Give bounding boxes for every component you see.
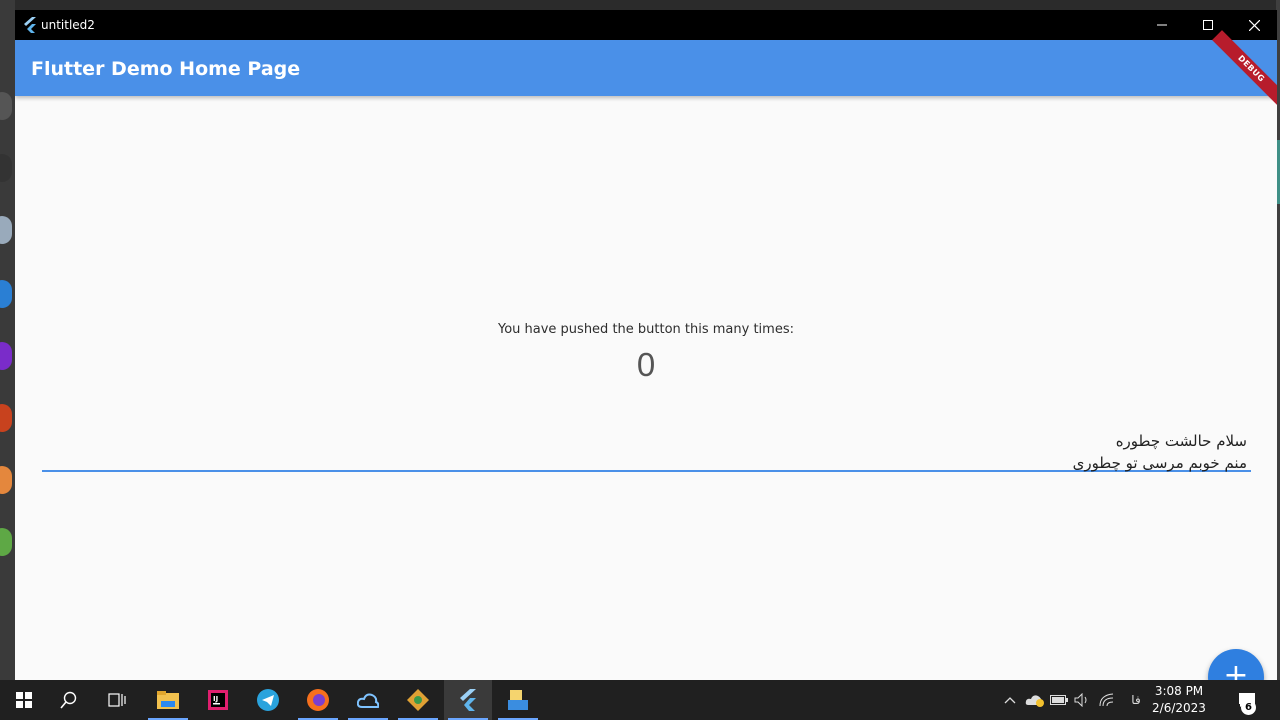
- file-explorer-icon: [157, 691, 179, 709]
- counter-value: 0: [636, 346, 656, 383]
- app-window: untitled2 Flutter Demo Home Page DEBUG Y…: [15, 10, 1277, 680]
- task-view-icon: [108, 693, 126, 707]
- tray-overflow-button[interactable]: [1000, 680, 1020, 720]
- minimize-button[interactable]: [1139, 10, 1185, 40]
- git-app-icon: [407, 689, 429, 711]
- page-body: You have pushed the button this many tim…: [15, 96, 1277, 680]
- app-bar: Flutter Demo Home Page: [15, 40, 1277, 96]
- windows-start-icon: [16, 692, 32, 708]
- minimize-icon: [1157, 24, 1167, 26]
- clock-time: 3:08 PM: [1154, 684, 1204, 698]
- text-line: منم خوبم مرسی تو چطوری: [1072, 454, 1247, 472]
- desktop-background-left: [0, 0, 15, 680]
- tray-onedrive[interactable]: [1024, 680, 1046, 720]
- onedrive-warning-icon: [1025, 695, 1044, 707]
- title-bar[interactable]: untitled2: [15, 10, 1277, 40]
- maximize-icon: [1203, 20, 1213, 30]
- taskbar-app-files[interactable]: [494, 680, 542, 720]
- window-title: untitled2: [41, 18, 95, 32]
- telegram-icon: [257, 689, 279, 711]
- start-button[interactable]: [0, 680, 48, 720]
- desktop-icon: [0, 154, 12, 182]
- flutter-icon: [460, 689, 476, 711]
- taskbar-app-telegram[interactable]: [244, 680, 292, 720]
- speaker-icon: [1074, 693, 1087, 707]
- tray-volume[interactable]: [1072, 680, 1092, 720]
- search-icon: [60, 691, 77, 709]
- taskbar: IJ فا 3:08 PM 2/6/2023 6: [0, 680, 1280, 720]
- taskbar-app-firefox[interactable]: [294, 680, 342, 720]
- notification-count-badge: 6: [1241, 700, 1256, 715]
- close-icon: [1248, 19, 1260, 31]
- text-input-field[interactable]: سلام حالشت چطوره منم خوبم مرسی تو چطوری: [42, 422, 1251, 472]
- files-app-icon: [508, 690, 528, 710]
- clock-date: 2/6/2023: [1152, 701, 1206, 715]
- tray-wifi[interactable]: [1097, 680, 1117, 720]
- taskbar-app-file-explorer[interactable]: [144, 680, 192, 720]
- firefox-icon: [307, 689, 329, 711]
- intellij-icon: IJ: [208, 690, 228, 710]
- desktop-icon: [0, 216, 12, 244]
- desktop-icon: [0, 466, 12, 494]
- counter-label: You have pushed the button this many tim…: [497, 322, 794, 337]
- close-button[interactable]: [1231, 10, 1277, 40]
- page-title: Flutter Demo Home Page: [31, 58, 301, 80]
- desktop-icon: [0, 280, 12, 308]
- desktop-icon: [0, 404, 12, 432]
- taskbar-app-git[interactable]: [394, 680, 442, 720]
- tray-battery[interactable]: [1048, 680, 1070, 720]
- desktop-icon: [0, 528, 12, 556]
- taskbar-app-intellij[interactable]: IJ: [194, 680, 242, 720]
- svg-text:IJ: IJ: [213, 695, 218, 703]
- search-button[interactable]: [45, 680, 93, 720]
- taskbar-app-flutter[interactable]: [444, 680, 492, 720]
- taskbar-clock[interactable]: 3:08 PM 2/6/2023: [1144, 683, 1214, 717]
- wifi-icon: [1099, 693, 1114, 707]
- cloud-app-icon: [357, 693, 379, 708]
- desktop-icon: [0, 342, 12, 370]
- text-line: سلام حالشت چطوره: [1115, 432, 1247, 450]
- desktop-icon: [0, 92, 12, 120]
- battery-icon: [1050, 695, 1068, 705]
- chevron-up-icon: [1004, 697, 1016, 704]
- taskbar-app-cloud[interactable]: [344, 680, 392, 720]
- flutter-logo-icon: [24, 17, 36, 33]
- task-view-button[interactable]: [93, 680, 141, 720]
